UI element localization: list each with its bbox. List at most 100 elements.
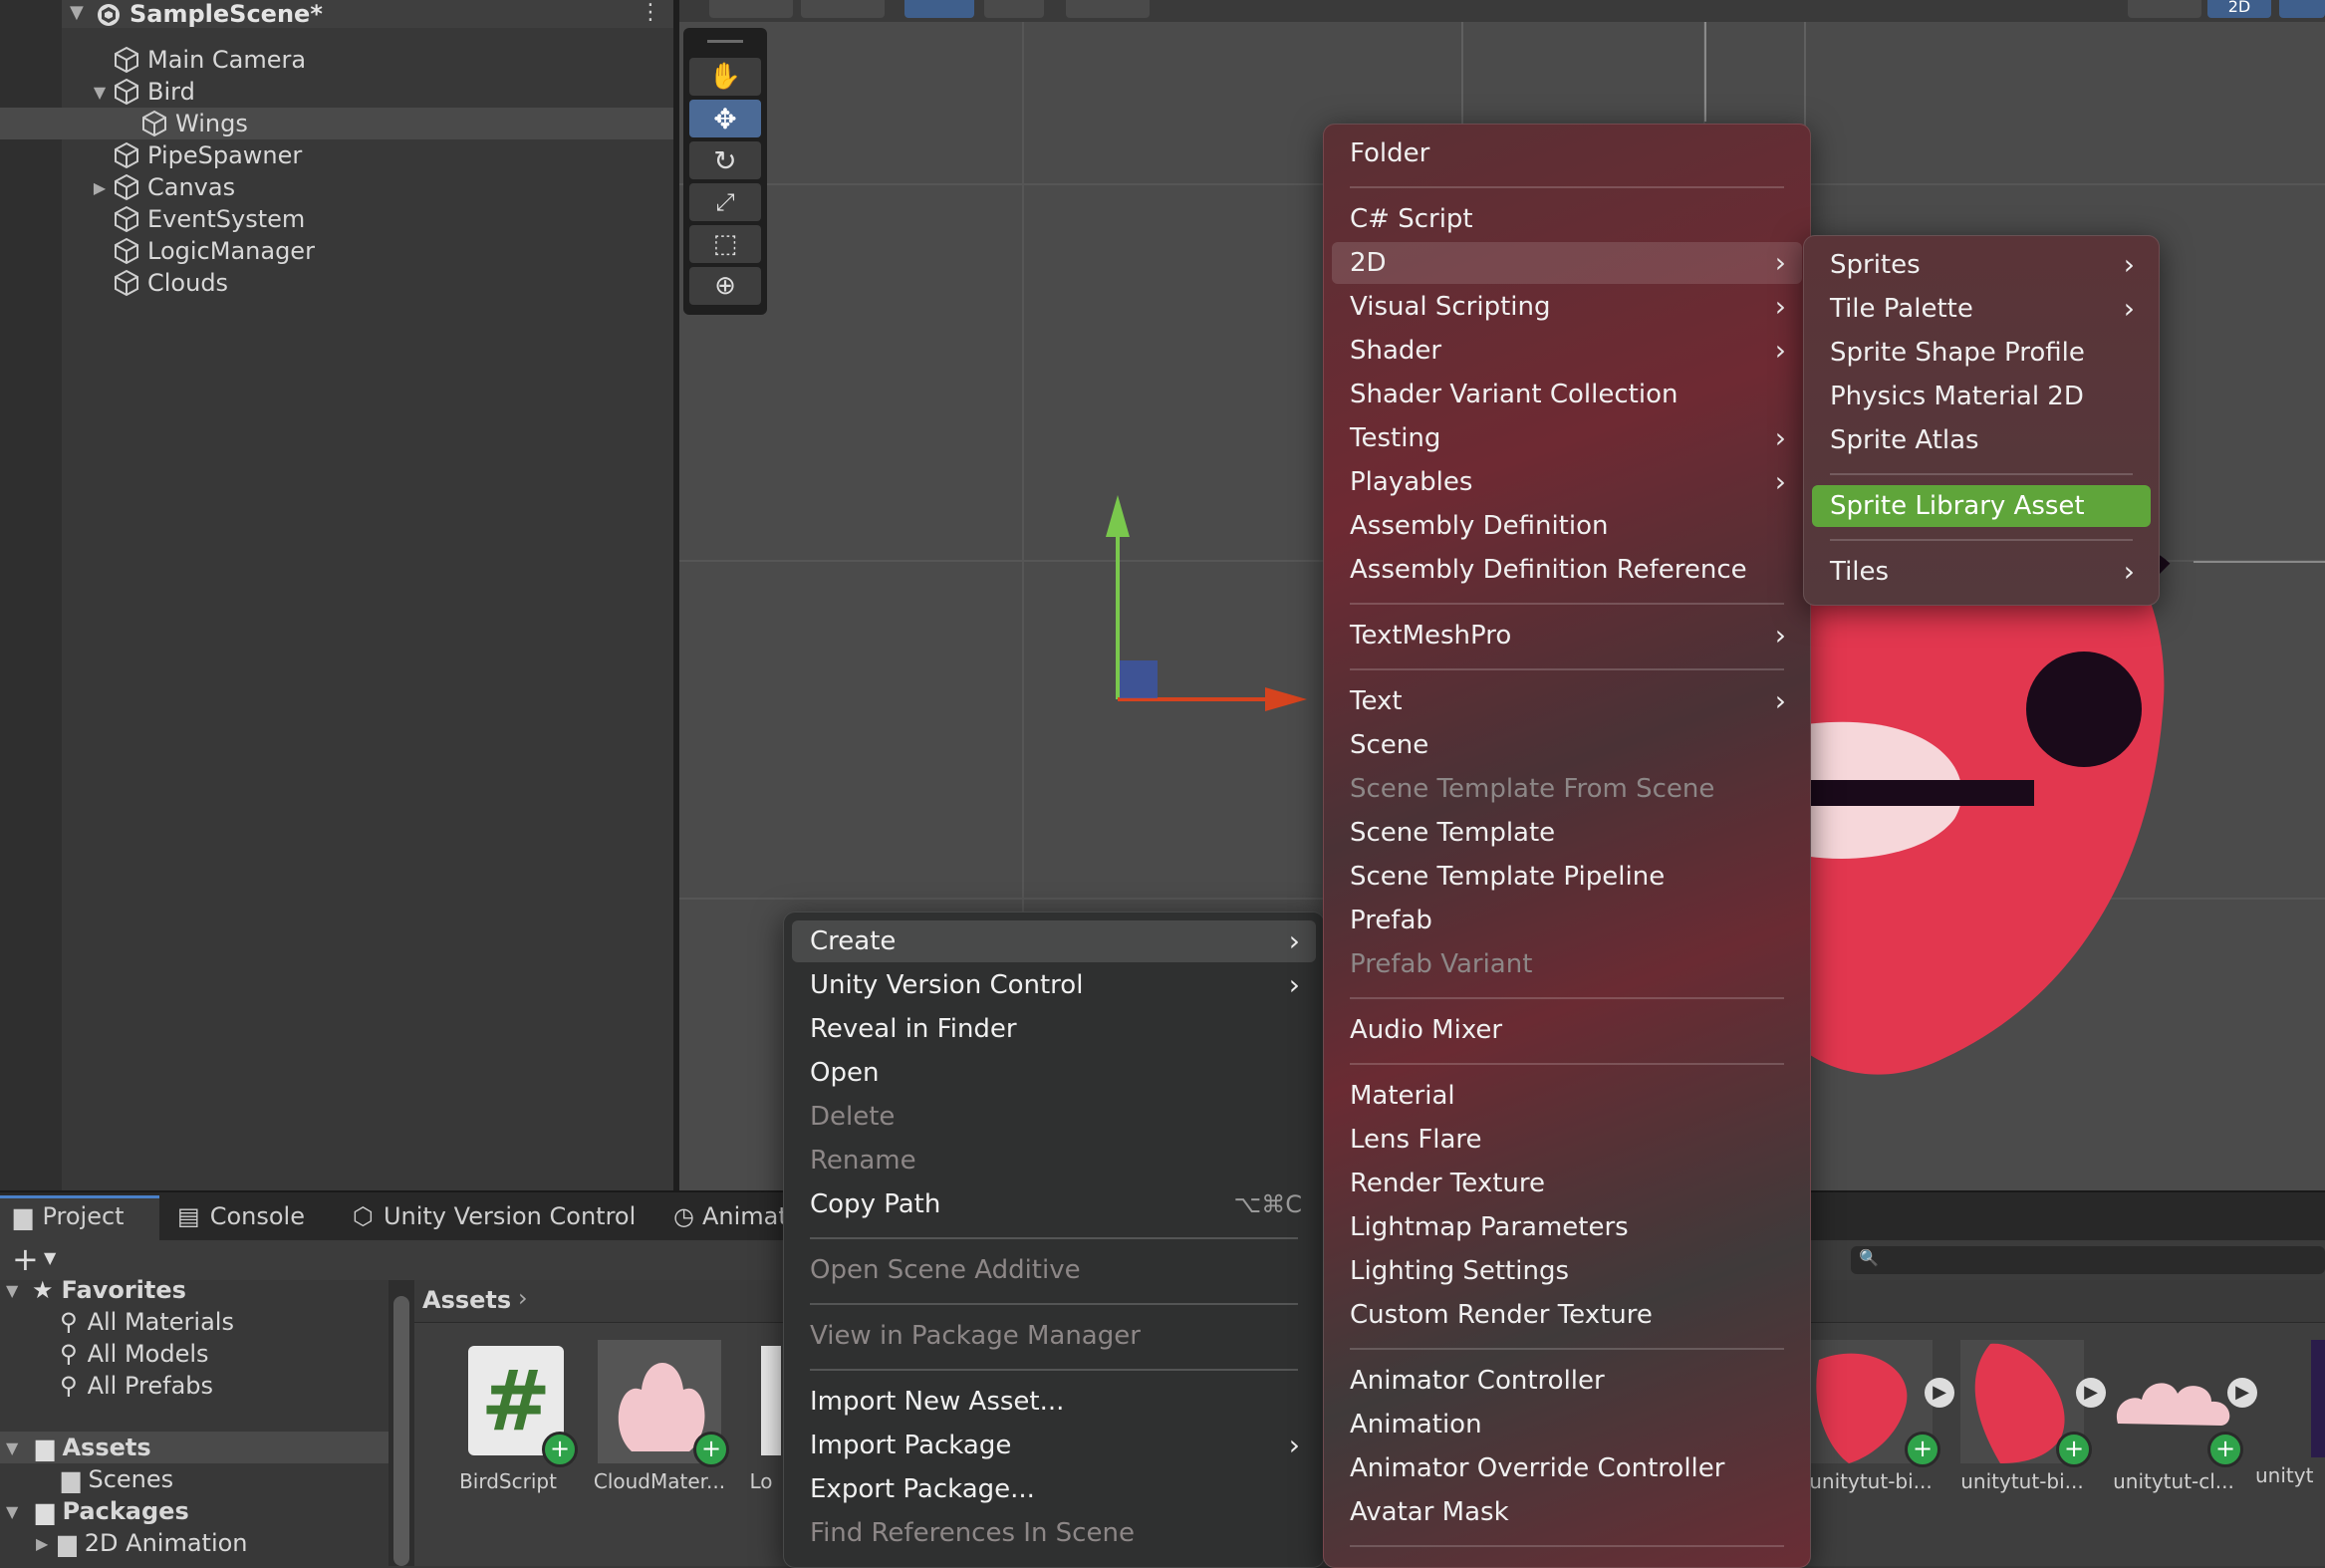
search-input[interactable]: 🔍	[1851, 1246, 2325, 1274]
scene-visibility-button[interactable]	[2128, 0, 2201, 18]
snap-button[interactable]	[984, 0, 1044, 18]
scene-more-icon[interactable]: ⋮	[640, 0, 661, 25]
hierarchy-item-wings[interactable]: Wings	[0, 108, 673, 139]
menu-item-animator-controller[interactable]: Animator Controller	[1332, 1360, 1802, 1402]
menu-item-export-package[interactable]: Export Package...	[792, 1468, 1316, 1510]
favorite-item[interactable]: ⚲ All Materials	[0, 1306, 388, 1338]
hierarchy-item-bird[interactable]: ▼ Bird	[0, 76, 673, 108]
menu-item-avatar-mask[interactable]: Avatar Mask	[1332, 1491, 1802, 1533]
asset-unitytut-bird-2[interactable]: ▶ + unitytut-bi...	[1952, 1340, 2106, 1493]
menu-item-testing[interactable]: Testing ›	[1332, 417, 1802, 459]
menu-item-lens-flare[interactable]: Lens Flare	[1332, 1119, 1802, 1161]
favorite-item[interactable]: ⚲ All Models	[0, 1338, 388, 1370]
expand-arrow-icon[interactable]: ▶	[36, 1534, 48, 1553]
rect-tool-button[interactable]: ⬚	[689, 225, 761, 263]
menu-item-scene-template[interactable]: Scene Template	[1332, 812, 1802, 854]
menu-item-lighting-settings[interactable]: Lighting Settings	[1332, 1250, 1802, 1292]
hand-tool-button[interactable]: ✋	[689, 58, 761, 96]
drag-handle[interactable]	[707, 40, 743, 43]
menu-item-physics-material-2d[interactable]: Physics Material 2D	[1812, 376, 2151, 417]
expand-arrow-icon[interactable]: ▶	[92, 178, 108, 197]
breadcrumb-assets[interactable]: Assets	[422, 1286, 511, 1314]
menu-item-c-script[interactable]: C# Script	[1332, 198, 1802, 240]
menu-item-sprite-atlas[interactable]: Sprite Atlas	[1812, 419, 2151, 461]
menu-item-animation[interactable]: Animation	[1332, 1404, 1802, 1445]
menu-item-2d[interactable]: 2D ›	[1332, 242, 1802, 284]
menu-item-folder[interactable]: Folder	[1332, 132, 1802, 174]
menu-item-visual-scripting[interactable]: Visual Scripting ›	[1332, 286, 1802, 328]
tab-animation[interactable]: ◷ Animat	[673, 1195, 788, 1237]
menu-item-open[interactable]: Open	[792, 1052, 1316, 1094]
menu-item-animator-override-controller[interactable]: Animator Override Controller	[1332, 1447, 1802, 1489]
transform-tool-button[interactable]: ⊕	[689, 267, 761, 305]
asset-logic[interactable]: Lo	[741, 1340, 781, 1493]
hierarchy-item-pipespawner[interactable]: PipeSpawner	[0, 139, 673, 171]
hierarchy-item-canvas[interactable]: ▶ Canvas	[0, 171, 673, 203]
menu-item-import-package[interactable]: Import Package ›	[792, 1425, 1316, 1466]
menu-item-sprite-shape-profile[interactable]: Sprite Shape Profile	[1812, 332, 2151, 374]
menu-item-assembly-definition-reference[interactable]: Assembly Definition Reference	[1332, 549, 1802, 591]
gizmo-toggle-button[interactable]	[709, 0, 793, 18]
move-gizmo[interactable]	[1088, 495, 1307, 714]
expand-arrow-icon[interactable]: ▼	[70, 2, 84, 23]
menu-item-render-texture[interactable]: Render Texture	[1332, 1163, 1802, 1204]
scene-header-row[interactable]: ▼ SampleScene* ⋮	[62, 0, 673, 28]
menu-item-textmeshpro[interactable]: TextMeshPro ›	[1332, 615, 1802, 656]
tab-unity-version-control[interactable]: ⬡ Unity Version Control	[353, 1195, 636, 1237]
menu-item-scene[interactable]: Scene	[1332, 724, 1802, 766]
menu-item-audio-mixer[interactable]: Audio Mixer	[1332, 1009, 1802, 1051]
menu-item-assembly-definition[interactable]: Assembly Definition	[1332, 505, 1802, 547]
audio-toggle-button[interactable]	[2279, 0, 2325, 18]
chevron-down-icon[interactable]: ▼	[44, 1248, 56, 1267]
menu-item-lightmap-parameters[interactable]: Lightmap Parameters	[1332, 1206, 1802, 1248]
favorite-item[interactable]: ⚲ All Prefabs	[0, 1370, 388, 1402]
menu-item-unity-version-control[interactable]: Unity Version Control ›	[792, 964, 1316, 1006]
menu-item-prefab[interactable]: Prefab	[1332, 900, 1802, 941]
package-row[interactable]: ▶ ▆ 2D Animation	[0, 1527, 388, 1559]
menu-item-sprites[interactable]: Sprites ›	[1812, 244, 2151, 286]
folder-tree-scrollbar[interactable]	[388, 1280, 414, 1566]
expand-arrow-icon[interactable]: ▼	[6, 1438, 22, 1457]
hierarchy-item-eventsystem[interactable]: EventSystem	[0, 203, 673, 235]
expand-arrow-icon[interactable]: ▼	[6, 1281, 22, 1300]
menu-item-custom-render-texture[interactable]: Custom Render Texture	[1332, 1294, 1802, 1336]
asset-birdscript[interactable]: # + BirdScript	[438, 1340, 578, 1493]
asset-unitytut-bird-1[interactable]: ▶ + unitytut-bi...	[1801, 1340, 1954, 1493]
tab-project[interactable]: ▆ Project	[14, 1195, 125, 1237]
rotate-tool-button[interactable]: ↻	[689, 141, 761, 179]
pivot-button[interactable]	[904, 0, 974, 18]
asset-unitytut-cloud[interactable]: ▶ + unitytut-cl...	[2104, 1340, 2257, 1493]
menu-item-playables[interactable]: Playables ›	[1332, 461, 1802, 503]
asset-unitytut-partial[interactable]: unityt	[2255, 1340, 2325, 1487]
tab-console[interactable]: ▤ Console	[177, 1195, 305, 1237]
hierarchy-item-clouds[interactable]: Clouds	[0, 267, 673, 299]
hierarchy-item-main-camera[interactable]: Main Camera	[0, 44, 673, 76]
menu-item-reveal-in-finder[interactable]: Reveal in Finder	[792, 1008, 1316, 1050]
menu-item-shader-variant-collection[interactable]: Shader Variant Collection	[1332, 374, 1802, 415]
favorites-row[interactable]: ▼ ★ Favorites	[0, 1274, 388, 1306]
menu-item-text[interactable]: Text ›	[1332, 680, 1802, 722]
expand-arrow-icon[interactable]: ▼	[92, 83, 108, 102]
assets-folder-row[interactable]: ▼ ▆ Assets	[0, 1432, 388, 1463]
menu-item-shader[interactable]: Shader ›	[1332, 330, 1802, 372]
hierarchy-item-logicmanager[interactable]: LogicManager	[0, 235, 673, 267]
scrollbar-thumb[interactable]	[393, 1296, 409, 1566]
menu-item-sprite-library-asset[interactable]: Sprite Library Asset	[1812, 485, 2151, 527]
packages-folder-row[interactable]: ▼ ▆ Packages	[0, 1495, 388, 1527]
menu-item-tiles[interactable]: Tiles ›	[1812, 551, 2151, 593]
menu-item-import-new-asset[interactable]: Import New Asset...	[792, 1381, 1316, 1423]
add-asset-icon[interactable]: +	[12, 1240, 39, 1278]
draw-mode-button[interactable]	[801, 0, 885, 18]
menu-item-scene-template-pipeline[interactable]: Scene Template Pipeline	[1332, 856, 1802, 898]
menu-item-tile-palette[interactable]: Tile Palette ›	[1812, 288, 2151, 330]
move-tool-button[interactable]: ✥	[689, 100, 761, 137]
expand-arrow-icon[interactable]: ▼	[6, 1502, 22, 1521]
menu-item-material[interactable]: Material	[1332, 1075, 1802, 1117]
scale-tool-button[interactable]: ⤢	[689, 183, 761, 221]
asset-cloudmaterial[interactable]: + CloudMater...	[590, 1340, 729, 1493]
menu-item-create[interactable]: Create ›	[792, 920, 1316, 962]
2d-toggle-button[interactable]: 2D	[2207, 0, 2271, 18]
scenes-folder-row[interactable]: ▆ Scenes	[0, 1463, 388, 1495]
grid-snap-button[interactable]	[1066, 0, 1150, 18]
menu-item-copy-path[interactable]: Copy Path ⌥⌘C	[792, 1183, 1316, 1225]
